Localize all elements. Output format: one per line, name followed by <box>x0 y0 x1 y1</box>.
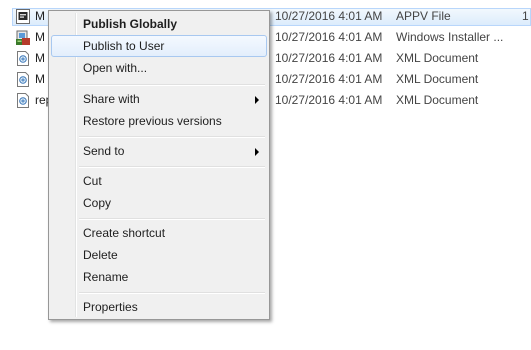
menu-item-properties[interactable]: Properties <box>51 296 267 318</box>
menu-item-label: Send to <box>83 144 125 158</box>
menu-item-rename[interactable]: Rename <box>51 266 267 288</box>
file-size: 1 <box>522 9 529 23</box>
submenu-arrow-icon <box>255 148 259 156</box>
menu-item-label: Delete <box>83 248 118 262</box>
menu-item-delete[interactable]: Delete <box>51 244 267 266</box>
menu-item-label: Properties <box>83 300 138 314</box>
file-type: XML Document <box>396 72 479 86</box>
menu-item-restore-previous-versions[interactable]: Restore previous versions <box>51 110 267 132</box>
file-type: Windows Installer ... <box>396 30 504 44</box>
menu-item-label: Rename <box>83 270 129 284</box>
menu-item-label: Publish to User <box>83 39 165 53</box>
menu-separator <box>79 292 265 294</box>
menu-item-publish-globally[interactable]: Publish Globally <box>51 13 267 35</box>
file-date: 10/27/2016 4:01 AM <box>275 51 383 65</box>
menu-separator <box>79 136 265 138</box>
menu-item-copy[interactable]: Copy <box>51 192 267 214</box>
file-name[interactable]: M <box>35 30 45 44</box>
installer-file-icon <box>16 30 30 45</box>
file-date: 10/27/2016 4:01 AM <box>275 72 383 86</box>
xml-file-icon <box>17 51 29 66</box>
menu-item-label: Open with... <box>83 61 148 75</box>
file-date: 10/27/2016 4:01 AM <box>275 9 383 23</box>
menu-item-cut[interactable]: Cut <box>51 170 267 192</box>
file-type: XML Document <box>396 51 479 65</box>
submenu-arrow-icon <box>255 96 259 104</box>
menu-separator <box>79 218 265 220</box>
context-menu: Publish Globally Publish to User Open wi… <box>48 10 270 320</box>
menu-separator <box>79 166 265 168</box>
file-type: XML Document <box>396 93 479 107</box>
menu-item-label: Share with <box>83 92 140 106</box>
xml-file-icon <box>17 93 29 108</box>
menu-item-label: Publish Globally <box>83 17 178 31</box>
appv-file-icon <box>16 9 30 24</box>
file-type: APPV File <box>396 9 451 23</box>
xml-file-icon <box>17 72 29 87</box>
menu-item-send-to[interactable]: Send to <box>51 140 267 162</box>
menu-item-create-shortcut[interactable]: Create shortcut <box>51 222 267 244</box>
menu-separator <box>79 84 265 86</box>
file-date: 10/27/2016 4:01 AM <box>275 93 383 107</box>
menu-item-open-with[interactable]: Open with... <box>51 57 267 79</box>
menu-item-publish-to-user[interactable]: Publish to User <box>51 35 267 57</box>
file-name[interactable]: M <box>35 72 45 86</box>
menu-item-label: Create shortcut <box>83 226 166 240</box>
menu-item-label: Restore previous versions <box>83 114 222 128</box>
menu-item-share-with[interactable]: Share with <box>51 88 267 110</box>
menu-item-label: Cut <box>83 174 102 188</box>
menu-item-label: Copy <box>83 196 112 210</box>
file-date: 10/27/2016 4:01 AM <box>275 30 383 44</box>
file-name[interactable]: M <box>35 51 45 65</box>
file-name[interactable]: M <box>35 9 45 23</box>
